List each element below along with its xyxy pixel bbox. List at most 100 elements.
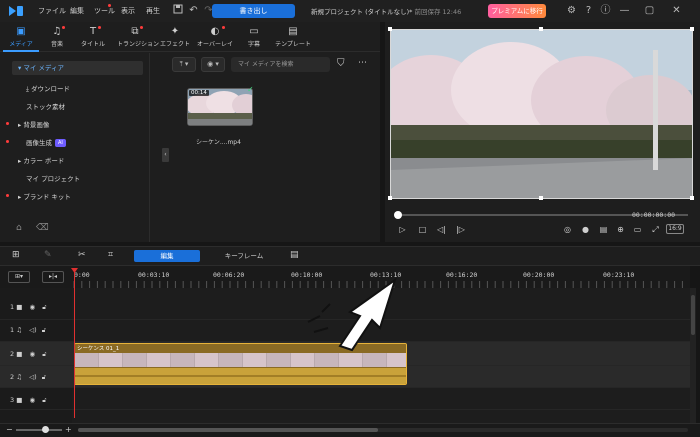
sidebar-item-label: マイ プロジェクト: [26, 175, 81, 183]
zoom-icon[interactable]: ⊕: [615, 224, 626, 235]
prev-frame-icon[interactable]: ◁|: [436, 224, 447, 235]
resize-handle[interactable]: [539, 196, 543, 200]
tab-keyframe[interactable]: キーフレーム: [216, 250, 272, 262]
eye-icon[interactable]: ◉: [29, 396, 35, 404]
project-name: 新規プロジェクト (タイトルなし)*: [311, 8, 413, 16]
tag-remove-icon[interactable]: ⌫: [36, 223, 49, 233]
tag-icon[interactable]: ⌂: [16, 223, 22, 233]
tab-effect[interactable]: ✦ エフェクト: [157, 25, 193, 51]
app-logo: [8, 5, 24, 17]
lock-icon[interactable]: 🔓︎: [42, 350, 46, 358]
sidebar-item-my-project[interactable]: マイ プロジェクト: [26, 173, 80, 183]
close-icon[interactable]: ✕: [670, 4, 683, 17]
lock-icon[interactable]: 🔓︎: [42, 303, 46, 311]
eye-icon[interactable]: ◉: [29, 350, 35, 358]
menu-playback[interactable]: 再生: [146, 6, 160, 16]
menu-file[interactable]: ファイル: [38, 6, 66, 16]
lock-icon[interactable]: 🔓︎: [42, 326, 46, 334]
subtitle-list-icon[interactable]: ▤: [290, 250, 299, 260]
track-manager-icon[interactable]: ⊞: [12, 250, 20, 260]
export-button[interactable]: 書き出し: [212, 4, 295, 18]
arrow-annotation: [307, 277, 397, 352]
import-dropdown[interactable]: ⤒ ▾: [172, 57, 196, 72]
menu-tools[interactable]: ツール: [94, 6, 115, 16]
record-icon[interactable]: ●: [580, 224, 591, 235]
subtitle-toggle-icon[interactable]: ▤: [598, 224, 609, 235]
stop-icon[interactable]: □: [417, 224, 428, 235]
tab-music[interactable]: ♫ 音楽: [39, 25, 75, 51]
minimize-icon[interactable]: —: [618, 4, 631, 17]
snapshot-icon[interactable]: ◎: [562, 224, 573, 235]
vertical-scroll-thumb[interactable]: [691, 295, 695, 335]
resize-handle[interactable]: [690, 27, 694, 31]
maximize-icon[interactable]: ▢: [643, 4, 656, 17]
sidebar-item-my-media[interactable]: ▾ マイ メディア: [12, 61, 143, 75]
title-icon: T: [89, 26, 97, 37]
record-dropdown[interactable]: ◉ ▾: [201, 57, 225, 72]
sidebar-item-stock[interactable]: ストック素材: [26, 101, 65, 111]
sidebar-item-image-gen[interactable]: 画像生成 AI: [26, 137, 66, 147]
fit-timeline-button[interactable]: ▸|◂: [42, 271, 64, 283]
tab-edit[interactable]: 編集: [134, 250, 200, 262]
zoom-out-icon[interactable]: −: [6, 425, 13, 434]
track-head-audio-1: 1 ♫ ◁) 🔓︎: [10, 326, 46, 335]
collapse-handle[interactable]: ‹: [162, 148, 169, 162]
sidebar-item-background[interactable]: ▸ 背景画像: [18, 119, 49, 129]
ruler-label: 00:16:20: [446, 271, 478, 279]
filter-icon[interactable]: ⛉: [337, 58, 345, 69]
play-icon[interactable]: ▷: [397, 224, 408, 235]
display-icon[interactable]: ▭: [632, 224, 643, 235]
track-head-audio-2: 2 ♫ ◁) 🔓︎: [10, 373, 46, 382]
save-icon[interactable]: [171, 4, 184, 17]
menu-view[interactable]: 表示: [121, 6, 135, 16]
tab-title[interactable]: T タイトル: [75, 25, 111, 51]
more-icon[interactable]: ⋯: [358, 58, 367, 68]
resize-handle[interactable]: [388, 196, 392, 200]
template-icon: ▤: [288, 26, 298, 37]
sidebar-item-color-board[interactable]: ▸ カラー ボード: [18, 155, 64, 165]
next-frame-icon[interactable]: |▷: [455, 224, 466, 235]
sidebar-item-download[interactable]: ⤓ ダウンロード: [26, 83, 70, 94]
settings-icon[interactable]: ⚙: [565, 4, 578, 17]
tab-overlay[interactable]: ◐ オーバーレイ: [197, 25, 233, 51]
track-row: [0, 388, 690, 410]
crop-icon[interactable]: ⌗: [108, 250, 113, 260]
speaker-icon[interactable]: ◁): [29, 326, 37, 334]
tab-media[interactable]: ▣ メディア: [3, 25, 39, 52]
eye-icon[interactable]: ◉: [29, 303, 35, 311]
track-number: 2: [10, 373, 15, 381]
pen-icon[interactable]: ✎: [44, 250, 52, 260]
resize-handle[interactable]: [690, 196, 694, 200]
search-input[interactable]: マイ メディアを検索: [231, 57, 330, 72]
sidebar-item-label: カラー ボード: [23, 157, 65, 165]
sidebar-item-brand-kit[interactable]: ▸ ブランド キット: [18, 191, 71, 201]
menu-edit[interactable]: 編集: [70, 6, 84, 16]
add-track-button[interactable]: ⊞▾: [8, 271, 30, 283]
fullscreen-icon[interactable]: ⤢: [650, 224, 661, 235]
tab-transition[interactable]: ⧉ トランジション: [117, 25, 159, 51]
preview-timecode: 00:00:00:00: [632, 211, 676, 219]
preview-video[interactable]: [390, 29, 693, 199]
tab-subtitle[interactable]: ▭ 字幕: [236, 25, 272, 51]
playhead[interactable]: [74, 268, 75, 418]
zoom-in-icon[interactable]: +: [65, 425, 72, 434]
zoom-knob[interactable]: [42, 426, 49, 433]
resize-handle[interactable]: [539, 27, 543, 31]
zoom-slider[interactable]: [16, 429, 62, 431]
effect-icon: ✦: [170, 26, 180, 37]
tab-template[interactable]: ▤ テンプレート: [273, 25, 313, 51]
horizontal-scroll-thumb[interactable]: [78, 428, 378, 432]
undo-icon[interactable]: ↶: [187, 4, 200, 17]
cut-icon[interactable]: ✂: [78, 250, 86, 260]
resize-handle[interactable]: [388, 27, 392, 31]
lock-icon[interactable]: 🔓︎: [42, 373, 46, 381]
sidebar-item-label: マイ メディア: [23, 64, 64, 72]
help-icon[interactable]: ?: [582, 4, 595, 17]
account-icon[interactable]: ⓘ: [599, 4, 612, 17]
lock-icon[interactable]: 🔓︎: [42, 396, 46, 404]
premium-button[interactable]: プレミアムに移行: [488, 4, 546, 18]
track-head-video-1: 1 ■ ◉ 🔓︎: [10, 303, 46, 312]
scrubber-knob[interactable]: [394, 211, 402, 219]
aspect-ratio-button[interactable]: 16:9: [666, 224, 684, 234]
speaker-icon[interactable]: ◁): [29, 373, 37, 381]
